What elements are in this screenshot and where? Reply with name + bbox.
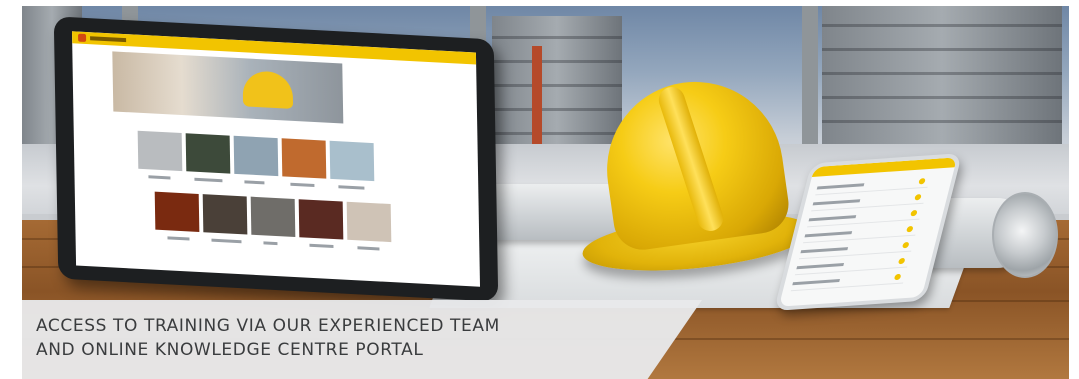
caption-line-1: ACCESS TO TRAINING VIA OUR EXPERIENCED T… xyxy=(36,316,500,336)
hero-banner: ACCESS TO TRAINING VIA OUR EXPERIENCED T… xyxy=(0,0,1079,379)
hard-hat xyxy=(579,70,815,280)
tablet-thumbnail xyxy=(298,199,344,240)
tablet-logo-icon xyxy=(78,33,87,43)
tablet-hero-image xyxy=(112,51,344,124)
caption-line-2: AND ONLINE KNOWLEDGE CENTRE PORTAL xyxy=(36,340,424,360)
tablet-thumbnail xyxy=(250,196,296,238)
tablet-device xyxy=(53,16,499,302)
tablet-thumbnail xyxy=(281,138,327,179)
crane-element xyxy=(532,46,542,156)
tablet-thumbnail xyxy=(346,201,392,243)
tablet-thumbnail xyxy=(329,140,375,182)
tablet-thumbnail xyxy=(202,194,248,235)
tablet-thumbnail xyxy=(137,130,183,172)
building-right xyxy=(822,6,1062,156)
blueprint-roll-end-right xyxy=(992,192,1058,278)
tablet-thumbnail xyxy=(154,191,200,232)
tablet-thumbnail xyxy=(233,135,279,177)
tablet-thumbnail xyxy=(185,133,231,174)
tablet-screen xyxy=(71,31,481,287)
caption-text: ACCESS TO TRAINING VIA OUR EXPERIENCED T… xyxy=(36,314,636,362)
caption-banner: ACCESS TO TRAINING VIA OUR EXPERIENCED T… xyxy=(22,300,702,379)
